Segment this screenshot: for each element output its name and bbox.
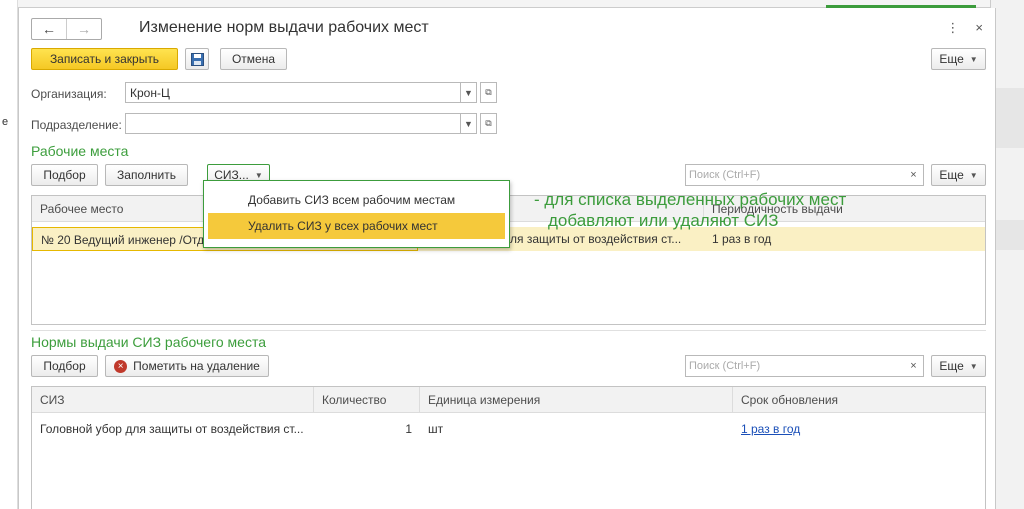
background-text-fragment: е	[2, 116, 9, 128]
menu-item-add-siz[interactable]: Добавить СИЗ всем рабочим местам	[208, 187, 505, 213]
chevron-down-icon: ▼	[464, 118, 473, 129]
norms-search-input[interactable]: Поиск (Ctrl+F)	[685, 355, 907, 377]
table-header: СИЗ Количество Единица измерения Срок об…	[32, 387, 985, 413]
chevron-down-icon: ▼	[464, 87, 473, 98]
more-button[interactable]: Еще ▼	[931, 48, 986, 70]
more-vertical-icon[interactable]: ⋮	[946, 20, 959, 36]
org-field[interactable]: Крон-Ц	[125, 82, 461, 103]
org-open-button[interactable]: ⧉	[480, 82, 497, 103]
norms-section-title: Нормы выдачи СИЗ рабочего места	[31, 334, 267, 350]
workplaces-section-title: Рабочие места	[31, 143, 129, 159]
cell-unit[interactable]: шт	[420, 417, 720, 441]
chevron-down-icon: ▼	[969, 54, 978, 64]
org-dropdown-button[interactable]: ▼	[460, 82, 477, 103]
norms-more-label: Еще	[939, 359, 964, 373]
background-tabbar	[0, 0, 1024, 8]
open-link-icon: ⧉	[485, 87, 492, 97]
workplaces-more-label: Еще	[939, 168, 964, 182]
workplaces-search-input[interactable]: Поиск (Ctrl+F)	[685, 164, 907, 186]
cell-renewal-link[interactable]: 1 раз в год	[733, 417, 983, 441]
close-icon[interactable]: ×	[975, 20, 983, 36]
clear-search-icon[interactable]: ×	[904, 355, 924, 377]
annotation-text: - для списка выделенных рабочих мест доб…	[534, 189, 846, 231]
norms-more-button[interactable]: Еще ▼	[931, 355, 986, 377]
workplaces-pick-button[interactable]: Подбор	[31, 164, 98, 186]
workplaces-more-button[interactable]: Еще ▼	[931, 164, 986, 186]
annotation-line-2: добавляют или удаляют СИЗ	[548, 211, 779, 230]
form-window: ← → Изменение норм выдачи рабочих мест ⋮…	[18, 8, 996, 509]
workplaces-fill-button[interactable]: Заполнить	[105, 164, 188, 186]
dept-open-button[interactable]: ⧉	[480, 113, 497, 134]
open-link-icon: ⧉	[485, 118, 492, 128]
norms-pick-button[interactable]: Подбор	[31, 355, 98, 377]
divider	[31, 330, 986, 331]
chevron-down-icon: ▼	[969, 361, 978, 371]
page-title: Изменение норм выдачи рабочих мест	[139, 19, 429, 36]
annotation-line-1: - для списка выделенных рабочих мест	[534, 190, 847, 209]
cell-quantity[interactable]: 1	[314, 417, 418, 441]
cancel-button[interactable]: Отмена	[220, 48, 287, 70]
column-header-renewal[interactable]: Срок обновления	[733, 387, 985, 413]
mark-delete-label: Пометить на удаление	[133, 359, 260, 373]
forward-arrow-icon[interactable]: →	[66, 19, 101, 39]
dept-dropdown-button[interactable]: ▼	[460, 113, 477, 134]
norms-table: СИЗ Количество Единица измерения Срок об…	[31, 386, 986, 509]
menu-item-remove-siz[interactable]: Удалить СИЗ у всех рабочих мест	[208, 213, 505, 239]
column-header-unit[interactable]: Единица измерения	[420, 387, 733, 413]
column-header-quantity[interactable]: Количество	[314, 387, 420, 413]
column-header-siz[interactable]: СИЗ	[32, 387, 314, 413]
dept-field[interactable]	[125, 113, 461, 134]
chevron-down-icon: ▼	[254, 170, 263, 180]
clear-search-icon[interactable]: ×	[904, 164, 924, 186]
background-left-panel: е	[0, 0, 18, 509]
mark-delete-button[interactable]: × Пометить на удаление	[105, 355, 269, 377]
save-and-close-button[interactable]: Записать и закрыть	[31, 48, 178, 70]
navigation-buttons: ← →	[31, 18, 102, 40]
org-label: Организация:	[31, 87, 107, 101]
more-button-label: Еще	[939, 52, 964, 66]
dept-label: Подразделение:	[31, 118, 122, 132]
delete-icon: ×	[114, 359, 128, 373]
back-arrow-icon[interactable]: ←	[32, 19, 66, 39]
siz-dropdown-menu: Добавить СИЗ всем рабочим местам Удалить…	[203, 180, 510, 248]
floppy-disk-icon	[190, 52, 204, 66]
chevron-down-icon: ▼	[969, 170, 978, 180]
window-controls: ⋮ ×	[946, 20, 983, 36]
cell-siz[interactable]: Головной убор для защиты от воздействия …	[32, 417, 314, 441]
table-row[interactable]: Головной убор для защиты от воздействия …	[32, 417, 985, 441]
save-button[interactable]	[185, 48, 209, 70]
